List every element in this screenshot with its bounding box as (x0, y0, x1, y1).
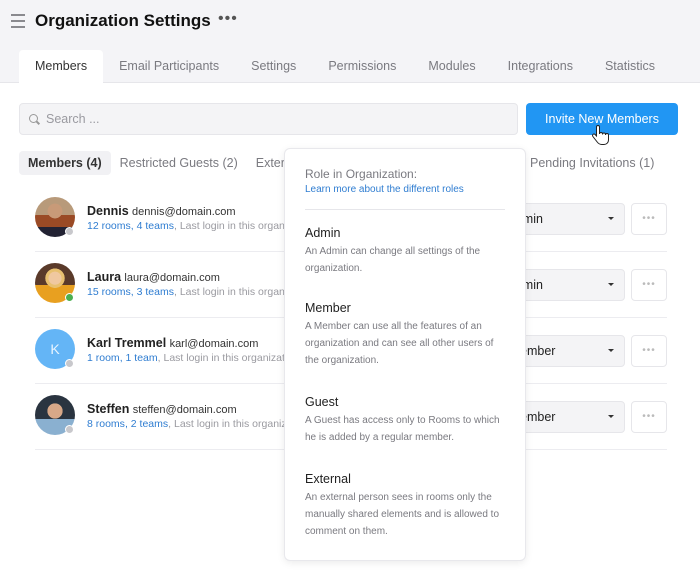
last-login: , Last login in this organization (173, 286, 287, 298)
rooms-link[interactable]: 15 rooms (87, 286, 131, 298)
learn-more-roles-link[interactable]: Learn more about the different roles (305, 184, 505, 195)
hand-cursor-icon (592, 124, 609, 145)
status-online-icon (65, 293, 74, 302)
subtab-members[interactable]: Members (4) (19, 151, 111, 175)
role-title: Guest (305, 395, 339, 409)
teams-link[interactable]: 1 team (126, 352, 158, 364)
role-title: External (305, 472, 351, 486)
more-options-icon[interactable]: ••• (218, 10, 238, 28)
member-more-button[interactable]: ••• (631, 269, 667, 301)
role-info-popover: Role in Organization: Learn more about t… (284, 148, 526, 561)
tab-bar: Members Email Participants Settings Perm… (19, 50, 671, 83)
last-login: , Last login in this organization (168, 418, 287, 430)
member-more-button[interactable]: ••• (631, 335, 667, 367)
tab-statistics[interactable]: Statistics (589, 50, 671, 83)
tab-email-participants[interactable]: Email Participants (103, 50, 235, 83)
last-login: , Last login in this organization (157, 352, 287, 364)
member-email: dennis@domain.com (132, 206, 236, 218)
teams-link[interactable]: 4 teams (137, 220, 174, 232)
role-description: A Member can use all the features of an … (305, 321, 494, 366)
popover-heading: Role in Organization: (305, 167, 418, 181)
member-name: Dennis (87, 204, 129, 218)
last-login: , Last login in this organization (173, 220, 287, 232)
search-icon (29, 113, 40, 125)
rooms-link[interactable]: 1 room (87, 352, 120, 364)
teams-link[interactable]: 3 teams (137, 286, 174, 298)
member-email: laura@domain.com (124, 272, 220, 284)
caret-down-icon (608, 415, 614, 418)
role-item-guest: Guest A Guest has access only to Rooms t… (305, 395, 505, 446)
caret-down-icon (608, 283, 614, 286)
member-name: Karl Tremmel (87, 336, 167, 350)
subtab-pending-invitations[interactable]: Pending Invitations (1) (530, 151, 654, 175)
search-input[interactable] (46, 112, 486, 126)
search-box (19, 103, 518, 135)
member-email: steffen@domain.com (132, 404, 237, 416)
tab-modules[interactable]: Modules (412, 50, 491, 83)
role-description: A Guest has access only to Rooms to whic… (305, 415, 500, 443)
status-offline-icon (65, 359, 74, 368)
member-more-button[interactable]: ••• (631, 401, 667, 433)
member-name: Laura (87, 270, 122, 284)
role-title: Member (305, 301, 351, 315)
role-title: Admin (305, 226, 341, 240)
subtab-restricted-guests[interactable]: Restricted Guests (2) (111, 151, 247, 175)
role-item-external: External An external person sees in room… (305, 472, 505, 540)
tab-permissions[interactable]: Permissions (312, 50, 412, 83)
divider (305, 209, 505, 210)
role-description: An external person sees in rooms only th… (305, 492, 499, 537)
page-title: Organization Settings (35, 11, 211, 30)
caret-down-icon (608, 217, 614, 220)
menu-icon[interactable] (11, 14, 25, 28)
caret-down-icon (608, 349, 614, 352)
top-bar: Organization Settings ••• Members Email … (0, 0, 700, 83)
rooms-link[interactable]: 8 rooms (87, 418, 125, 430)
status-offline-icon (65, 227, 74, 236)
role-item-member: Member A Member can use all the features… (305, 301, 505, 369)
tab-settings[interactable]: Settings (235, 50, 312, 83)
member-more-button[interactable]: ••• (631, 203, 667, 235)
member-email: karl@domain.com (169, 338, 259, 350)
rooms-link[interactable]: 12 rooms (87, 220, 131, 232)
role-description: An Admin can change all settings of the … (305, 246, 481, 274)
role-item-admin: Admin An Admin can change all settings o… (305, 226, 505, 277)
status-offline-icon (65, 425, 74, 434)
tab-members[interactable]: Members (19, 50, 104, 83)
avatar-initial: K (50, 341, 60, 357)
member-name: Steffen (87, 402, 130, 416)
teams-link[interactable]: 2 teams (131, 418, 168, 430)
member-filter-tabs: Members (4) Restricted Guests (2) Extern… (19, 151, 308, 175)
tab-integrations[interactable]: Integrations (492, 50, 589, 83)
